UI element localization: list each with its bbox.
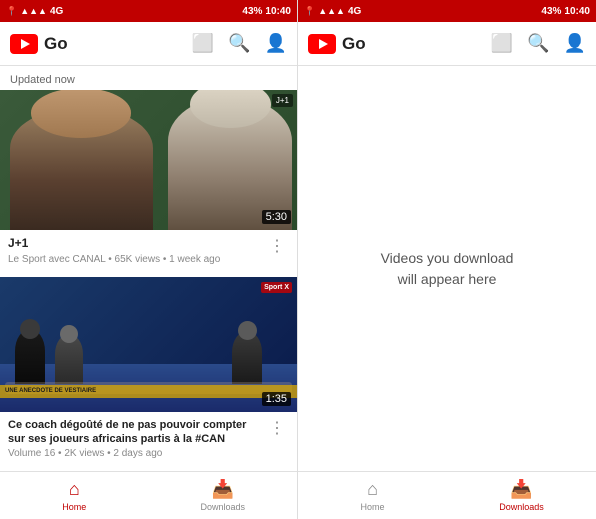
app-logo-left: Go xyxy=(10,34,192,54)
time-display-r: 10:40 xyxy=(564,6,590,17)
video-feed: Updated now J+1 5:30 xyxy=(0,66,297,471)
location-icon: 📍 xyxy=(6,6,17,17)
video-info-row-2: Ce coach dégoûté de ne pas pouvoir compt… xyxy=(0,412,297,466)
downloads-label-right: Downloads xyxy=(499,502,544,512)
updated-label: Updated now xyxy=(0,66,297,90)
account-icon[interactable]: 👤 xyxy=(265,33,287,54)
downloads-label-left: Downloads xyxy=(200,502,245,512)
home-icon-right: ⌂ xyxy=(367,479,378,500)
video-text-2: Ce coach dégoûté de ne pas pouvoir compt… xyxy=(8,418,265,460)
app-bar-right: Go ⬜ 🔍 👤 xyxy=(298,22,596,66)
time-display: 10:40 xyxy=(265,6,291,17)
cast-icon[interactable]: ⬜ xyxy=(192,33,214,54)
phone-screen-right: 📍 ▲▲▲ 4G 43% 10:40 Go ⬜ 🔍 👤 Videos you d… xyxy=(298,0,596,519)
app-bar-actions-left: ⬜ 🔍 👤 xyxy=(192,33,287,54)
home-label-right: Home xyxy=(360,502,384,512)
video-more-icon-2[interactable]: ⋮ xyxy=(265,418,289,438)
app-title-left: Go xyxy=(44,34,68,54)
status-bar-left-icons: 📍 ▲▲▲ 4G xyxy=(6,6,63,17)
phone-screen-left: 📍 ▲▲▲ 4G 43% 10:40 Go ⬜ 🔍 👤 Updated now xyxy=(0,0,298,519)
nav-home-left[interactable]: ⌂ Home xyxy=(0,472,149,519)
network-type-r: 4G xyxy=(348,6,361,17)
status-bar-right: 📍 ▲▲▲ 4G 43% 10:40 xyxy=(298,0,596,22)
downloads-icon-right: 📥 xyxy=(510,479,532,500)
home-label-left: Home xyxy=(62,502,86,512)
downloads-empty-screen: Videos you downloadwill appear here xyxy=(298,66,596,471)
app-title-right: Go xyxy=(342,34,366,54)
status-bar-right-icons: 43% 10:40 xyxy=(242,6,291,17)
youtube-go-logo xyxy=(10,34,38,54)
video-card-2[interactable]: Sport X UNE ANECDOTE DE VESTIAIRE 1:35 C… xyxy=(0,277,297,466)
nav-home-right[interactable]: ⌂ Home xyxy=(298,472,447,519)
video-more-icon-1[interactable]: ⋮ xyxy=(265,236,289,256)
video-meta-1: Le Sport avec CANAL • 65K views • 1 week… xyxy=(8,254,265,265)
nav-downloads-right[interactable]: 📥 Downloads xyxy=(447,472,596,519)
search-icon[interactable]: 🔍 xyxy=(228,33,250,54)
status-bar-right-left: 📍 ▲▲▲ 4G xyxy=(304,6,361,17)
app-bar-actions-right: ⬜ 🔍 👤 xyxy=(491,33,586,54)
bottom-nav-left: ⌂ Home 📥 Downloads xyxy=(0,471,297,519)
video-thumbnail-2: Sport X UNE ANECDOTE DE VESTIAIRE 1:35 xyxy=(0,277,297,412)
video-thumbnail-1: J+1 5:30 xyxy=(0,90,297,230)
app-logo-right: Go xyxy=(308,34,491,54)
video-text-1: J+1 Le Sport avec CANAL • 65K views • 1 … xyxy=(8,236,265,265)
signal-icon-r: ▲▲▲ xyxy=(318,6,345,16)
video-duration-2: 1:35 xyxy=(262,392,291,406)
app-bar-left: Go ⬜ 🔍 👤 xyxy=(0,22,297,66)
youtube-go-logo-r xyxy=(308,34,336,54)
video-corner-badge-1: J+1 xyxy=(272,94,293,107)
cast-icon-r[interactable]: ⬜ xyxy=(491,33,513,54)
video-title-2: Ce coach dégoûté de ne pas pouvoir compt… xyxy=(8,418,265,447)
video-card-1[interactable]: J+1 5:30 J+1 Le Sport avec CANAL • 65K v… xyxy=(0,90,297,271)
bottom-nav-right: ⌂ Home 📥 Downloads xyxy=(298,471,596,519)
video-info-row-1: J+1 Le Sport avec CANAL • 65K views • 1 … xyxy=(0,230,297,271)
home-icon-left: ⌂ xyxy=(69,479,80,500)
signal-icon: ▲▲▲ xyxy=(20,6,47,16)
network-type: 4G xyxy=(50,6,63,17)
status-bar-left: 📍 ▲▲▲ 4G 43% 10:40 xyxy=(0,0,297,22)
video-meta-2: Volume 16 • 2K views • 2 days ago xyxy=(8,448,265,459)
battery-text: 43% xyxy=(242,6,262,17)
nav-downloads-left[interactable]: 📥 Downloads xyxy=(149,472,298,519)
status-bar-right-right: 43% 10:40 xyxy=(541,6,590,17)
banner-2: UNE ANECDOTE DE VESTIAIRE xyxy=(0,385,297,398)
location-icon-r: 📍 xyxy=(304,6,315,17)
battery-text-r: 43% xyxy=(541,6,561,17)
search-icon-r[interactable]: 🔍 xyxy=(527,33,549,54)
downloads-empty-text: Videos you downloadwill appear here xyxy=(381,248,514,290)
video-title-1: J+1 xyxy=(8,236,265,252)
channel-logo-2: Sport X xyxy=(261,282,292,293)
video-duration-1: 5:30 xyxy=(262,210,291,224)
downloads-icon-left: 📥 xyxy=(212,479,234,500)
account-icon-r[interactable]: 👤 xyxy=(564,33,586,54)
